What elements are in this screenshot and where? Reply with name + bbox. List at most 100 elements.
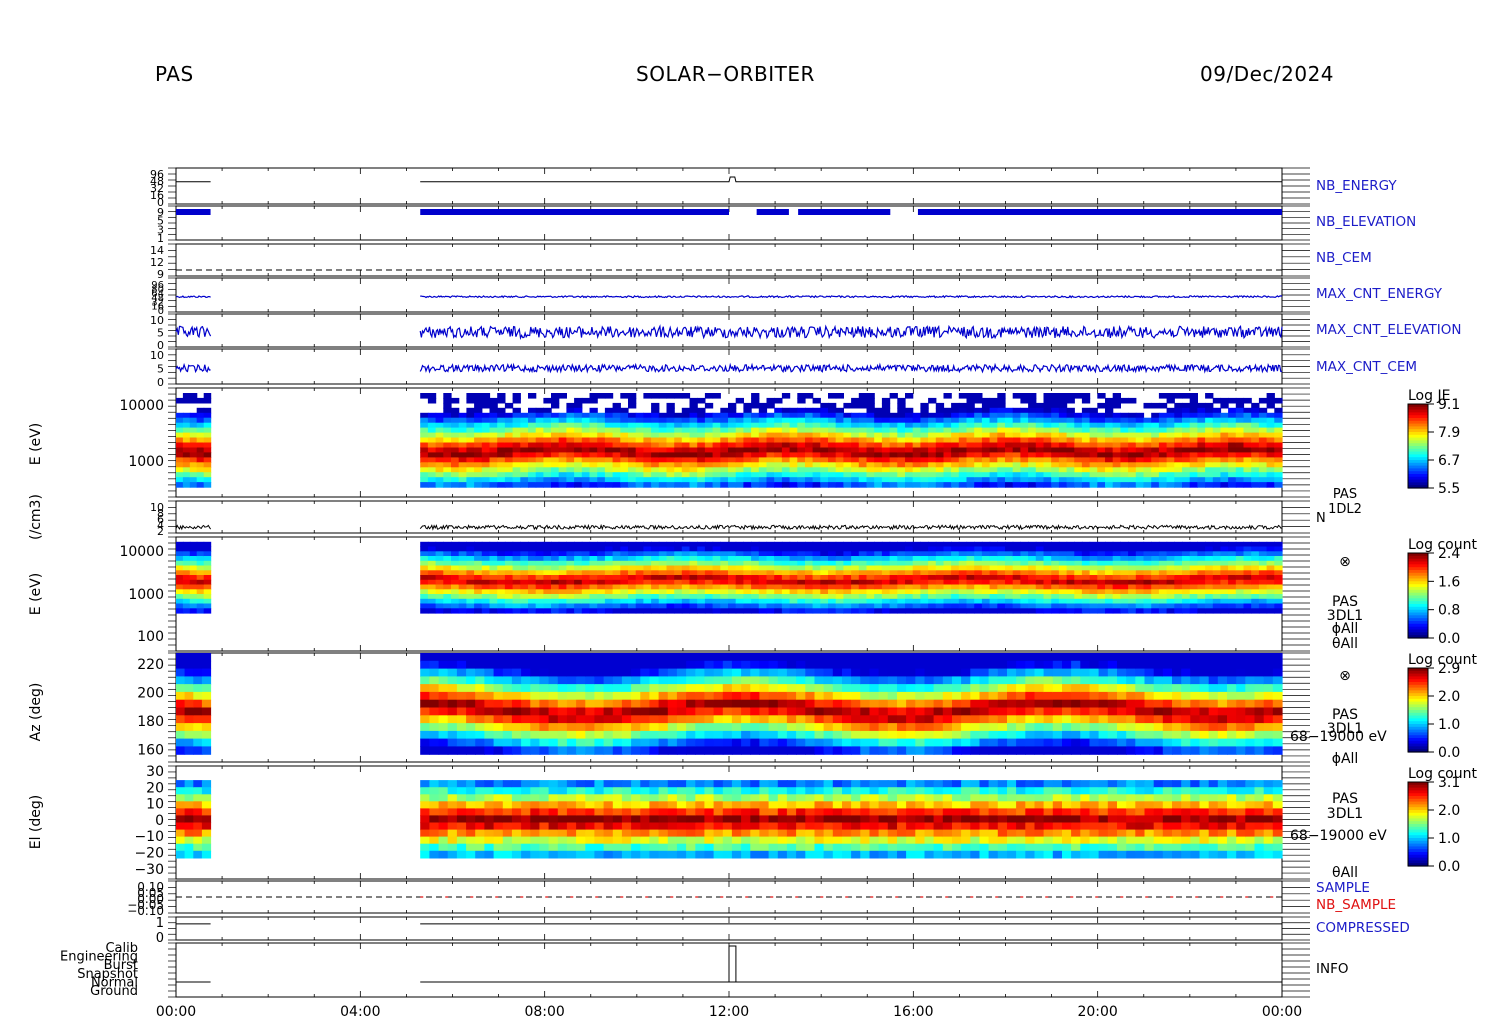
spectrogram-cell bbox=[658, 452, 668, 458]
spectrogram-cell bbox=[451, 598, 460, 605]
spectrogram-cell bbox=[1105, 402, 1114, 409]
spectrogram-cell bbox=[420, 598, 429, 605]
spectrogram-cell bbox=[597, 427, 606, 434]
spectrogram-cell bbox=[466, 608, 475, 614]
spectrogram-cell bbox=[1258, 560, 1268, 567]
spectrogram-cell bbox=[1212, 427, 1222, 434]
spectrogram-cell bbox=[528, 589, 537, 595]
spectrogram-cell bbox=[1174, 579, 1183, 586]
spectrogram-cell bbox=[697, 598, 706, 605]
spectrogram-cell bbox=[635, 541, 644, 548]
azimuth-spectrogram bbox=[176, 653, 1283, 755]
spectrogram-cell bbox=[447, 707, 458, 716]
spectrogram-cell bbox=[474, 432, 483, 439]
spectrogram-cell bbox=[789, 482, 798, 488]
spectrogram-cell bbox=[466, 660, 476, 670]
spectrogram-cell bbox=[193, 699, 203, 709]
spectrogram-cell bbox=[905, 442, 914, 449]
spectrogram-cell bbox=[1182, 452, 1191, 458]
spectrogram-cell bbox=[466, 397, 475, 404]
spectrogram-cell bbox=[766, 560, 775, 567]
spectrogram-cell bbox=[866, 417, 875, 424]
spectrogram-cell bbox=[966, 462, 975, 468]
spectrogram-cell bbox=[774, 579, 783, 586]
spectrogram-cell bbox=[1020, 482, 1029, 488]
spectrogram-cell bbox=[1266, 603, 1275, 609]
spectrogram-cell bbox=[658, 560, 668, 567]
spectrogram-cell bbox=[203, 393, 212, 399]
spectrogram-cell bbox=[789, 477, 798, 483]
spectrogram-cell bbox=[958, 452, 968, 458]
spectrogram-cell bbox=[543, 427, 552, 434]
spectrogram-cell bbox=[820, 482, 829, 488]
spectrogram-cell bbox=[466, 603, 475, 609]
spectrogram-cell bbox=[1166, 608, 1175, 614]
spectrogram-cell bbox=[196, 427, 205, 434]
spectrogram-cell bbox=[543, 570, 552, 576]
spectrogram-cell bbox=[182, 472, 191, 478]
spectrogram-cell bbox=[466, 541, 475, 548]
spectrogram-cell bbox=[835, 575, 844, 581]
spectrogram-cell bbox=[484, 715, 495, 724]
spectrogram-cell bbox=[805, 442, 814, 449]
spectrogram-cell bbox=[1081, 541, 1091, 548]
spectrogram-cell bbox=[1097, 417, 1106, 424]
spectrogram-cell bbox=[581, 397, 591, 404]
spectrogram-cell bbox=[420, 707, 430, 716]
spectrogram-cell bbox=[643, 412, 652, 419]
spectrogram-cell bbox=[1005, 594, 1014, 600]
spectrogram-cell bbox=[438, 707, 449, 716]
spectrogram-cell bbox=[458, 447, 467, 454]
spectrogram-cell bbox=[438, 668, 449, 677]
spectrogram-cell bbox=[781, 427, 791, 434]
spectrogram-cell bbox=[481, 477, 491, 483]
spectrogram-cell bbox=[766, 417, 775, 424]
spectrogram-cell bbox=[620, 608, 629, 614]
spectrogram-cell bbox=[566, 477, 575, 483]
spectrogram-cell bbox=[1112, 575, 1121, 581]
spectrogram-cell bbox=[589, 397, 598, 404]
spectrogram-cell bbox=[905, 560, 914, 567]
spectrogram-cell bbox=[989, 556, 998, 562]
spectrogram-cell bbox=[1074, 546, 1083, 552]
spectrogram-cell bbox=[881, 472, 891, 478]
spectrogram-cell bbox=[203, 541, 212, 548]
spectrogram-cell bbox=[1020, 560, 1029, 567]
spectrogram-cell bbox=[997, 393, 1006, 399]
spectrogram-cell bbox=[189, 427, 198, 434]
spectrogram-cell bbox=[474, 442, 483, 449]
spectrogram-cell bbox=[589, 556, 598, 562]
spectrogram-cell bbox=[182, 393, 191, 399]
spectrogram-cell bbox=[981, 432, 991, 439]
spectrogram-cell bbox=[720, 412, 729, 419]
spectrogram-cell bbox=[420, 746, 430, 755]
spectrogram-cell bbox=[1081, 452, 1091, 458]
spectrogram-cell bbox=[1089, 584, 1098, 590]
spectrogram-cell bbox=[912, 427, 921, 434]
spectrogram-cell bbox=[458, 417, 467, 424]
spectrogram-cell bbox=[889, 608, 898, 614]
spectrogram-cell bbox=[1266, 570, 1275, 576]
spectrogram-cell bbox=[1182, 579, 1191, 586]
spectrogram-cell bbox=[920, 541, 929, 548]
spectrogram-cell bbox=[497, 412, 506, 419]
spectrogram-cell bbox=[1158, 598, 1168, 605]
spectrogram-cell bbox=[643, 551, 652, 557]
spectrogram-cell bbox=[997, 432, 1006, 439]
spectrogram-cell bbox=[558, 570, 567, 576]
spectrogram-cell bbox=[497, 589, 506, 595]
spectrogram-cell bbox=[881, 603, 891, 609]
spectrogram-cell bbox=[566, 598, 575, 605]
spectrogram-cell bbox=[835, 427, 844, 434]
spectrogram-cell bbox=[176, 738, 186, 747]
spectrogram-cell bbox=[1189, 579, 1198, 586]
spectrogram-cell bbox=[520, 579, 529, 586]
spectrogram-cell bbox=[651, 541, 660, 548]
spectrogram-cell bbox=[797, 589, 806, 595]
spectrogram-cell bbox=[566, 575, 575, 581]
spectrogram-cell bbox=[1051, 551, 1060, 557]
spectrogram-cell bbox=[889, 575, 898, 581]
spectrogram-cell bbox=[497, 608, 506, 614]
spectrogram-cell bbox=[1081, 565, 1091, 571]
spectrogram-cell bbox=[481, 472, 491, 478]
